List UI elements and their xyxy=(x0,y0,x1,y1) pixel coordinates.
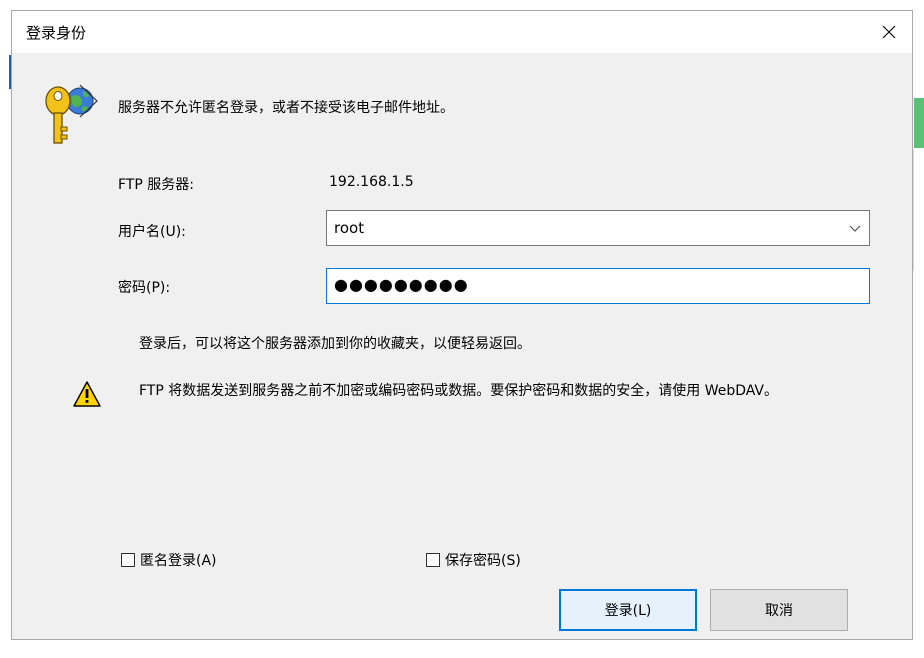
username-value[interactable]: root xyxy=(334,219,364,237)
checkbox-box[interactable] xyxy=(426,553,440,567)
title-bar[interactable]: 登录身份 xyxy=(12,11,912,53)
password-label: 密码(P): xyxy=(118,280,171,296)
username-combobox[interactable]: root xyxy=(326,210,870,246)
background-window-edge xyxy=(914,98,924,148)
close-icon xyxy=(882,25,896,39)
dialog-title: 登录身份 xyxy=(26,24,87,42)
save-password-label[interactable]: 保存密码(S) xyxy=(445,550,521,570)
security-warning: FTP 将数据发送到服务器之前不加密或编码密码或数据。要保护密码和数据的安全，请… xyxy=(139,383,779,399)
cancel-button[interactable]: 取消 xyxy=(710,589,848,631)
chevron-down-icon[interactable] xyxy=(847,220,863,236)
anonymous-login-label[interactable]: 匿名登录(A) xyxy=(140,550,217,570)
ftp-server-label: FTP 服务器: xyxy=(118,177,194,193)
key-icon xyxy=(45,84,98,144)
background-divider xyxy=(913,150,914,270)
checkbox-box[interactable] xyxy=(121,553,135,567)
desktop-background: 登录身份 服务器不允许匿名登录，或者不接受该电子邮件地址。 FTP 服务器: 1… xyxy=(0,0,924,658)
warning-icon xyxy=(73,381,101,407)
login-dialog: 登录身份 服务器不允许匿名登录，或者不接受该电子邮件地址。 FTP 服务器: 1… xyxy=(11,10,913,640)
save-password-checkbox[interactable]: 保存密码(S) xyxy=(426,550,521,570)
anonymous-login-checkbox[interactable]: 匿名登录(A) xyxy=(121,550,217,570)
password-field[interactable]: ●●●●●●●●● xyxy=(326,268,870,304)
login-button[interactable]: 登录(L) xyxy=(559,589,697,631)
favorites-note: 登录后，可以将这个服务器添加到你的收藏夹，以便轻易返回。 xyxy=(139,336,531,352)
password-value[interactable]: ●●●●●●●●● xyxy=(334,275,469,294)
login-message: 服务器不允许匿名登录，或者不接受该电子邮件地址。 xyxy=(118,100,454,116)
ftp-server-value: 192.168.1.5 xyxy=(329,174,414,190)
username-label: 用户名(U): xyxy=(118,224,186,240)
close-button[interactable] xyxy=(866,11,912,53)
